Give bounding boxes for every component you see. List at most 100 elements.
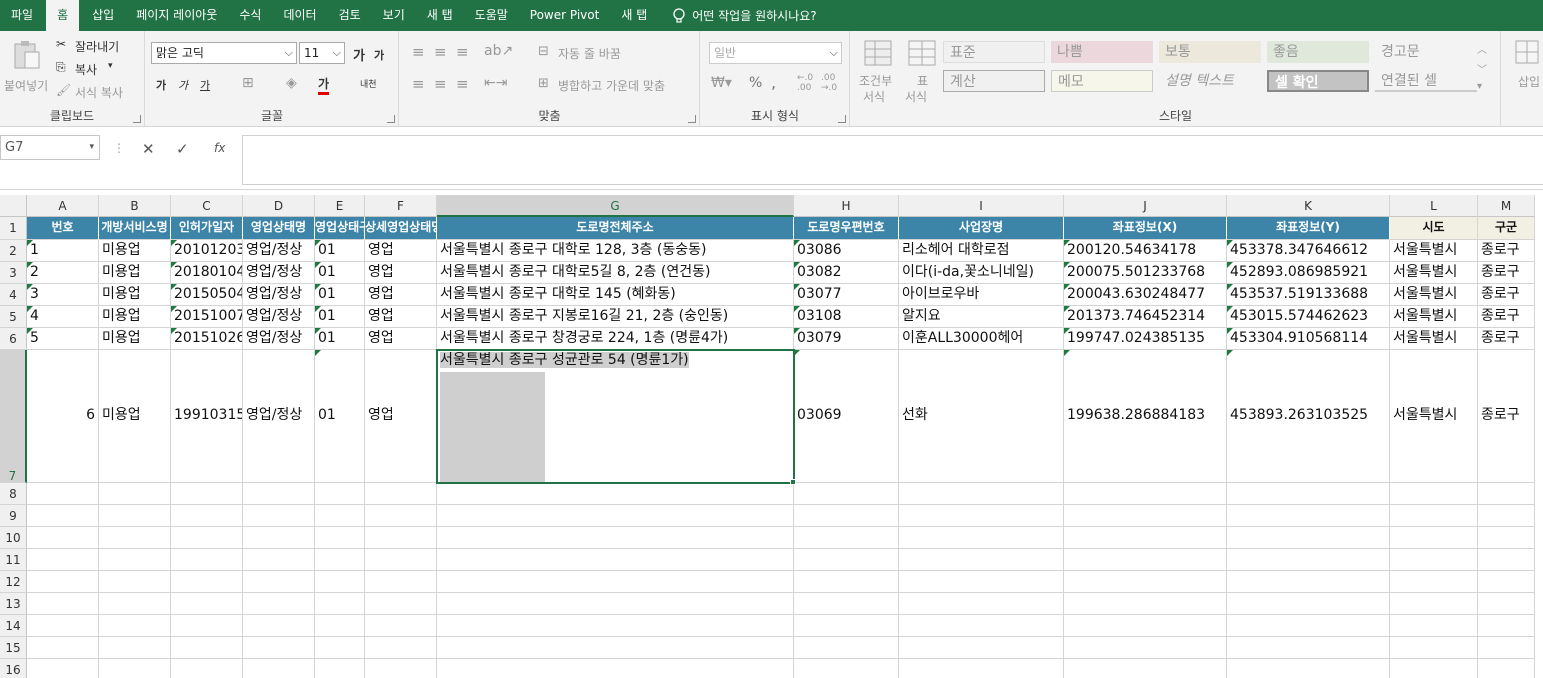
cell-a10[interactable]: [27, 527, 99, 549]
header-cell-j[interactable]: 좌표정보(X): [1064, 217, 1227, 240]
cell-l8[interactable]: [1390, 483, 1478, 505]
header-cell-d[interactable]: 영업상태명: [243, 217, 315, 240]
cell-f10[interactable]: [365, 527, 437, 549]
cell-e14[interactable]: [315, 615, 365, 637]
cell-l14[interactable]: [1390, 615, 1478, 637]
style-linked-cell[interactable]: 연결된 셀: [1375, 70, 1477, 92]
cell-l5[interactable]: 서울특별시: [1390, 306, 1478, 328]
cell-h3[interactable]: 03082: [794, 262, 899, 284]
merge-center-button[interactable]: 병합하고 가운데 맞춤: [558, 77, 665, 94]
cell-h12[interactable]: [794, 571, 899, 593]
cell-g11[interactable]: [437, 549, 794, 571]
more-options-icon[interactable]: ⋮: [113, 141, 125, 155]
row-header-2[interactable]: 2: [0, 240, 27, 262]
cell-k14[interactable]: [1227, 615, 1390, 637]
cell-h8[interactable]: [794, 483, 899, 505]
style-note[interactable]: 메모: [1051, 70, 1153, 92]
cell-b3[interactable]: 미용업: [99, 262, 171, 284]
cell-a8[interactable]: [27, 483, 99, 505]
style-check-cell[interactable]: 셀 확인: [1267, 70, 1369, 92]
conditional-format-button[interactable]: 조건부 서식: [857, 39, 899, 105]
phonetic-button[interactable]: 내천: [360, 77, 377, 90]
cell-m4[interactable]: 종로구: [1478, 284, 1535, 306]
cell-d3[interactable]: 영업/정상: [243, 262, 315, 284]
column-header-i[interactable]: I: [899, 195, 1064, 217]
cell-k8[interactable]: [1227, 483, 1390, 505]
gallery-scroll-up-icon[interactable]: ︿: [1477, 41, 1487, 56]
cell-k4[interactable]: 453537.519133688: [1227, 284, 1390, 306]
style-normal[interactable]: 표준: [943, 41, 1045, 63]
cell-c2[interactable]: 20101203: [171, 240, 243, 262]
cell-d11[interactable]: [243, 549, 315, 571]
cell-e6[interactable]: 01: [315, 328, 365, 350]
cell-c10[interactable]: [171, 527, 243, 549]
cell-h2[interactable]: 03086: [794, 240, 899, 262]
cell-a7[interactable]: 6: [27, 350, 99, 483]
cell-l15[interactable]: [1390, 637, 1478, 659]
cell-g10[interactable]: [437, 527, 794, 549]
column-header-m[interactable]: M: [1478, 195, 1535, 217]
cell-j8[interactable]: [1064, 483, 1227, 505]
tab-formulas[interactable]: 수식: [228, 0, 272, 31]
currency-icon[interactable]: ₩▾: [711, 75, 732, 91]
row-header-6[interactable]: 6: [0, 328, 27, 350]
cell-d2[interactable]: 영업/정상: [243, 240, 315, 262]
cell-j6[interactable]: 199747.024385135: [1064, 328, 1227, 350]
insert-function-icon[interactable]: fx: [214, 141, 225, 155]
cell-f3[interactable]: 영업: [365, 262, 437, 284]
name-box[interactable]: G7 ▾: [0, 135, 100, 160]
header-cell-k[interactable]: 좌표정보(Y): [1227, 217, 1390, 240]
gallery-more-icon[interactable]: ▾: [1477, 81, 1482, 92]
cell-j9[interactable]: [1064, 505, 1227, 527]
cell-i15[interactable]: [899, 637, 1064, 659]
column-header-e[interactable]: E: [315, 195, 365, 217]
cell-d14[interactable]: [243, 615, 315, 637]
cell-c15[interactable]: [171, 637, 243, 659]
cell-i11[interactable]: [899, 549, 1064, 571]
cell-c6[interactable]: 20151026: [171, 328, 243, 350]
align-center-icon[interactable]: ≡: [434, 75, 447, 93]
cell-d7[interactable]: 영업/정상: [243, 350, 315, 483]
cell-f7[interactable]: 영업: [365, 350, 437, 483]
cell-c9[interactable]: [171, 505, 243, 527]
cell-e3[interactable]: 01: [315, 262, 365, 284]
dialog-launcher-icon[interactable]: [133, 115, 141, 123]
indent-icon[interactable]: ⇤⇥: [484, 75, 507, 91]
font-name-select[interactable]: 맑은 고딕 ⌵: [151, 42, 297, 64]
cell-i2[interactable]: 리소헤어 대학로점: [899, 240, 1064, 262]
cell-i4[interactable]: 아이브로우바: [899, 284, 1064, 306]
cell-g3[interactable]: 서울특별시 종로구 대학로5길 8, 2층 (연건동): [437, 262, 794, 284]
cell-i14[interactable]: [899, 615, 1064, 637]
gallery-scroll-down-icon[interactable]: ﹀: [1477, 61, 1487, 76]
cell-k9[interactable]: [1227, 505, 1390, 527]
cell-m12[interactable]: [1478, 571, 1535, 593]
cell-g14[interactable]: [437, 615, 794, 637]
increase-decimal-button[interactable]: ←.0 .00: [797, 73, 817, 93]
grow-font-button[interactable]: 가: [353, 45, 365, 64]
cell-g6[interactable]: 서울특별시 종로구 창경궁로 224, 1층 (명륜4가): [437, 328, 794, 350]
cell-l12[interactable]: [1390, 571, 1478, 593]
cell-m8[interactable]: [1478, 483, 1535, 505]
cell-b4[interactable]: 미용업: [99, 284, 171, 306]
cell-j15[interactable]: [1064, 637, 1227, 659]
cell-j3[interactable]: 200075.501233768: [1064, 262, 1227, 284]
cell-c3[interactable]: 20180104: [171, 262, 243, 284]
enter-icon[interactable]: ✓: [176, 140, 189, 158]
cell-h7[interactable]: 03069: [794, 350, 899, 483]
cell-f8[interactable]: [365, 483, 437, 505]
fill-color-icon[interactable]: ◈: [286, 75, 297, 91]
cell-f4[interactable]: 영업: [365, 284, 437, 306]
cell-f15[interactable]: [365, 637, 437, 659]
cell-a2[interactable]: 1: [27, 240, 99, 262]
header-cell-h[interactable]: 도로명우편번호: [794, 217, 899, 240]
formula-input[interactable]: [242, 135, 1543, 185]
cell-i9[interactable]: [899, 505, 1064, 527]
cell-l16[interactable]: [1390, 659, 1478, 678]
cell-d8[interactable]: [243, 483, 315, 505]
column-header-k[interactable]: K: [1227, 195, 1390, 217]
cell-c14[interactable]: [171, 615, 243, 637]
cell-d4[interactable]: 영업/정상: [243, 284, 315, 306]
cell-g5[interactable]: 서울특별시 종로구 지봉로16길 21, 2층 (숭인동): [437, 306, 794, 328]
cell-a6[interactable]: 5: [27, 328, 99, 350]
header-cell-m[interactable]: 구군: [1478, 217, 1535, 240]
